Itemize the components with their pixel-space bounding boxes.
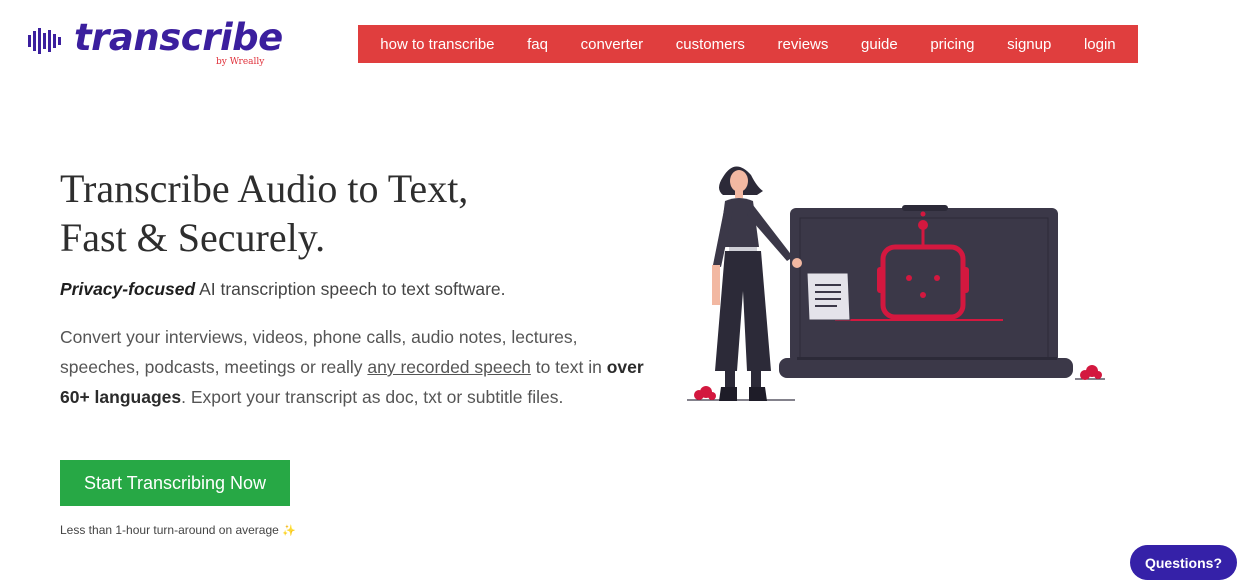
nav-login[interactable]: login <box>1084 36 1116 53</box>
nav-faq[interactable]: faq <box>527 36 548 53</box>
description-part-2: to text in <box>530 357 607 377</box>
nav-pricing[interactable]: pricing <box>930 36 974 53</box>
main-nav: how to transcribe faq converter customer… <box>358 25 1138 63</box>
nav-customers[interactable]: customers <box>676 36 745 53</box>
laptop-keys <box>797 357 1057 360</box>
hero-subheadline: Privacy-focused AI transcription speech … <box>60 279 506 300</box>
hero-description: Convert your interviews, videos, phone c… <box>60 322 660 412</box>
nav-converter[interactable]: converter <box>581 36 644 53</box>
subheadline-text: AI transcription speech to text software… <box>195 279 506 299</box>
nav-signup[interactable]: signup <box>1007 36 1051 53</box>
turnaround-note: Less than 1-hour turn-around on average … <box>60 523 296 537</box>
nav-how-to-transcribe[interactable]: how to transcribe <box>380 36 494 53</box>
document-icon <box>806 272 851 321</box>
hero-headline: Transcribe Audio to Text, Fast & Securel… <box>60 164 468 262</box>
hero-illustration <box>687 166 1105 401</box>
logo-wordmark: transcribe <box>74 16 283 59</box>
plant-right <box>1080 365 1102 380</box>
laptop-camera <box>902 205 948 211</box>
laptop-base <box>779 358 1073 378</box>
waveform-icon <box>28 28 61 54</box>
recorded-speech-link[interactable]: any recorded speech <box>367 357 530 377</box>
headline-line-2: Fast & Securely. <box>60 215 326 260</box>
headline-line-1: Transcribe Audio to Text, <box>60 166 469 211</box>
start-transcribing-button[interactable]: Start Transcribing Now <box>60 460 290 506</box>
turnaround-text: Less than 1-hour turn-around on average <box>60 523 279 537</box>
description-part-3: . Export your transcript as doc, txt or … <box>181 387 564 407</box>
nav-reviews[interactable]: reviews <box>778 36 829 53</box>
nav-guide[interactable]: guide <box>861 36 898 53</box>
privacy-emphasis: Privacy-focused <box>60 279 196 299</box>
questions-chat-button[interactable]: Questions? <box>1130 545 1237 580</box>
sparkle-icon: ✨ <box>282 525 296 537</box>
plant-left <box>694 386 716 400</box>
logo[interactable]: transcribe by Wreally <box>28 14 283 74</box>
logo-byline: by Wreally <box>216 57 265 67</box>
